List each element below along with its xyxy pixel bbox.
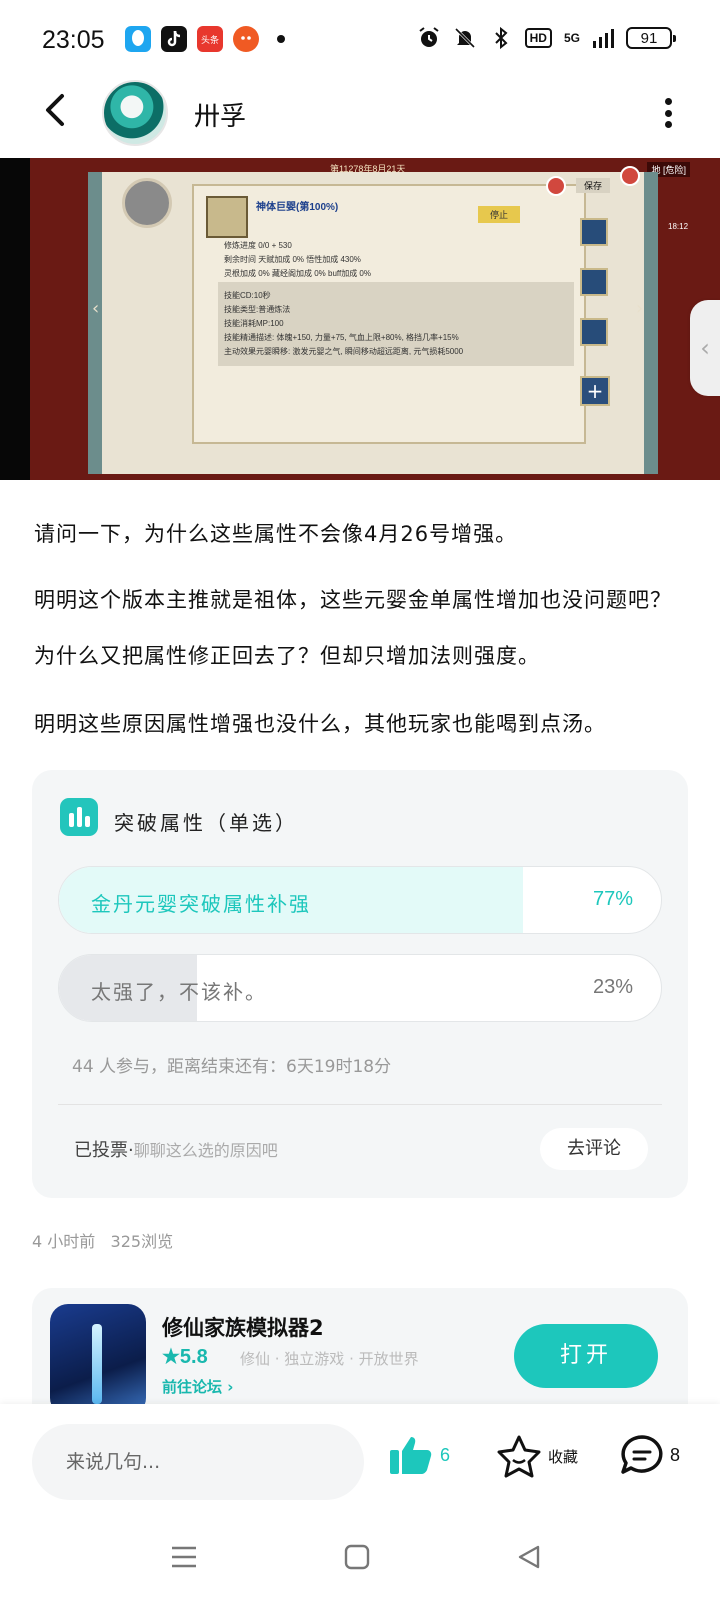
author-avatar[interactable] [102,80,168,146]
divider [58,1104,662,1105]
chevron-right-icon: › [227,1378,234,1396]
mute-bell-icon [454,27,475,49]
game-app-icon [233,26,259,52]
post-paragraph: 明明这个版本主推就是祖体，这些元婴金单属性增加也没问题吧？为什么又把属性修正回去… [34,588,672,668]
like-count: 6 [440,1444,451,1465]
author-name[interactable]: 卅孚 [194,96,246,133]
close-icon [546,176,566,196]
comment-input[interactable]: 来说几句... [32,1424,364,1500]
game-time-text: 18:12 [668,222,689,231]
poll-option[interactable]: 金丹元婴突破属性补强 77% [58,866,662,934]
character-portrait [122,178,172,228]
favorite-label: 收藏 [548,1447,579,1466]
post-paragraph: 请问一下，为什么这些属性不会像4月26号增强。 [34,522,518,546]
poll-option-label: 太强了，不该补。 [91,980,267,1004]
bottom-action-bar: 来说几句... 6 收藏 8 [0,1404,720,1514]
thumbs-up-icon [390,1437,432,1474]
open-game-button[interactable]: 打开 [514,1324,658,1388]
signal-icon [593,29,614,48]
poll-card: 突破属性（单选） 金丹元婴突破属性补强 77% 太强了，不该补。 23% 44 … [32,770,688,1198]
skill-thumbnail [206,196,248,238]
voted-hint: 聊聊这么选的原因吧 [133,1141,278,1160]
post-meta: 4 小时前 325浏览 [32,1228,173,1252]
toutiao-icon: 头条 [197,26,223,52]
alarm-icon [419,27,439,47]
notification-dot-icon [277,35,285,43]
poll-option-percent: 77% [592,888,633,910]
post-time: 4 小时前 [32,1232,96,1251]
post-header: 卅孚 [0,76,720,156]
status-indicators: HD 5G 91 [417,26,676,50]
side-drawer-handle[interactable]: ‹ [690,300,720,396]
chevron-left-icon: ‹ [92,298,100,319]
like-button[interactable]: 6 [388,1434,450,1476]
bluetooth-icon [494,26,508,50]
favorite-button[interactable]: 收藏 [496,1434,578,1478]
battery-icon: 91 [626,27,676,49]
close-icon [620,166,640,186]
game-name: 修仙家族模拟器2 [162,1316,324,1340]
poll-option-label: 金丹元婴突破属性补强 [91,892,311,916]
go-comment-button[interactable]: 去评论 [540,1128,648,1170]
skill-slots [580,218,610,368]
qq-icon [125,26,151,52]
game-card[interactable]: 修仙家族模拟器2 ★5.8 修仙 · 独立游戏 · 开放世界 前往论坛 › 打开 [32,1288,688,1416]
game-app-icon [50,1304,146,1416]
more-options-icon[interactable] [662,98,674,128]
poll-type: （单选） [206,811,298,835]
game-scroll-panel: 神体巨婴(第100%) 停止 修炼进度 0/0 + 530 剩余时间 天赋加成 … [88,172,658,474]
game-score: ★5.8 [162,1346,208,1368]
star-icon [497,1435,541,1478]
poll-meta: 44 人参与，距离结束还有：6天19时18分 [72,1057,392,1077]
chevron-right-icon: › [636,298,644,319]
home-icon[interactable] [344,1544,370,1570]
back-arrow-icon[interactable] [36,90,76,130]
network-type: 5G [563,31,580,45]
comment-count: 8 [670,1444,681,1465]
skill-name: 神体巨婴(第100%) [256,202,339,213]
poll-option[interactable]: 太强了，不该补。 23% [58,954,662,1022]
add-slot-icon: + [580,376,610,406]
bar-chart-icon [60,798,98,836]
status-bar: 23:05 头条 HD 5G 91 [0,0,720,80]
post-views: 325浏览 [110,1232,174,1251]
poll-option-percent: 23% [592,976,633,998]
voted-status: 已投票·聊聊这么选的原因吧 [74,1140,278,1161]
skill-stop-label: 停止 [478,206,521,223]
hd-badge: HD [524,28,552,48]
back-triangle-icon[interactable] [516,1544,542,1570]
post-paragraph: 明明这些原因属性增强也没什么，其他玩家也能喝到点汤。 [34,712,606,736]
post-image[interactable]: 第11278年8月21天 地 [危险] 神体巨婴(第100%) 停止 修炼进度 … [0,158,720,480]
comment-button[interactable]: 8 [620,1434,680,1476]
douyin-icon [161,26,187,52]
poll-title: 突破属性（单选） [114,811,298,835]
comment-bubble-icon [621,1435,663,1474]
status-time: 23:05 [42,26,105,54]
go-forum-link[interactable]: 前往论坛 › [162,1376,233,1397]
save-label: 保存 [576,178,611,193]
status-app-icons: 头条 [125,26,285,52]
menu-icon[interactable] [170,1544,198,1570]
game-tags: 修仙 · 独立游戏 · 开放世界 [240,1350,419,1368]
system-nav-bar [0,1514,720,1607]
